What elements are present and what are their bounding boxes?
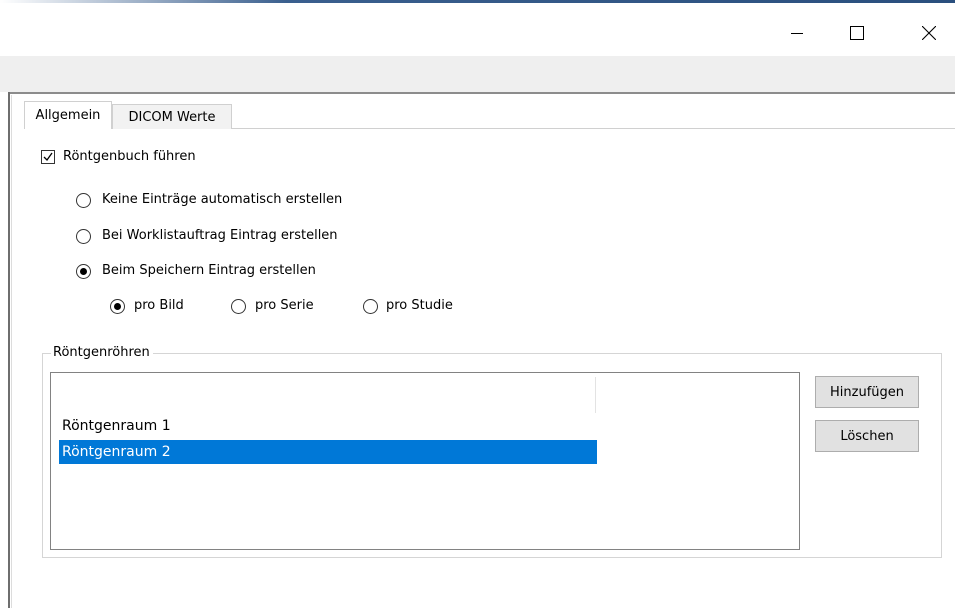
radio-worklist-entry-label[interactable]: Bei Worklistauftrag Eintrag erstellen [102,228,338,244]
delete-button[interactable]: Löschen [815,420,919,452]
panel-top-border [8,92,955,94]
radio-worklist-entry[interactable] [76,229,91,244]
radio-per-image[interactable] [110,299,125,314]
maximize-button[interactable] [834,13,880,53]
tab-allgemein[interactable]: Allgemein [24,101,112,129]
radio-on-save-entry[interactable] [76,264,91,279]
close-icon [922,26,936,40]
xray-tubes-group-title: Röntgenröhren [51,345,153,361]
radio-dot [114,303,121,310]
radio-per-series[interactable] [231,299,246,314]
list-item-selected[interactable]: Röntgenraum 2 [59,440,597,464]
radio-no-auto-entries-label[interactable]: Keine Einträge automatisch erstellen [102,192,342,208]
minimize-button[interactable] [774,13,820,53]
radio-per-study-label[interactable]: pro Studie [386,298,453,314]
radio-on-save-entry-label[interactable]: Beim Speichern Eintrag erstellen [102,263,316,279]
panel-left-border [8,92,10,608]
column-header-divider[interactable] [595,377,596,413]
close-button[interactable] [906,13,952,53]
radio-no-auto-entries[interactable] [76,193,91,208]
radio-per-image-label[interactable]: pro Bild [134,298,184,314]
radio-per-series-label[interactable]: pro Serie [255,298,314,314]
radio-dot [80,268,87,275]
checkmark-icon [43,152,53,162]
radio-per-study[interactable] [363,299,378,314]
keep-xray-book-label[interactable]: Röntgenbuch führen [63,149,196,165]
list-item[interactable]: Röntgenraum 1 [59,414,597,438]
panel-inner-border [11,95,12,608]
title-bar[interactable] [0,3,955,56]
add-button[interactable]: Hinzufügen [815,376,919,408]
keep-xray-book-checkbox[interactable] [41,150,55,164]
tab-dicom-werte[interactable]: DICOM Werte [112,104,232,129]
maximize-icon [850,26,864,40]
minimize-icon [791,33,803,34]
toolstrip [0,56,955,92]
